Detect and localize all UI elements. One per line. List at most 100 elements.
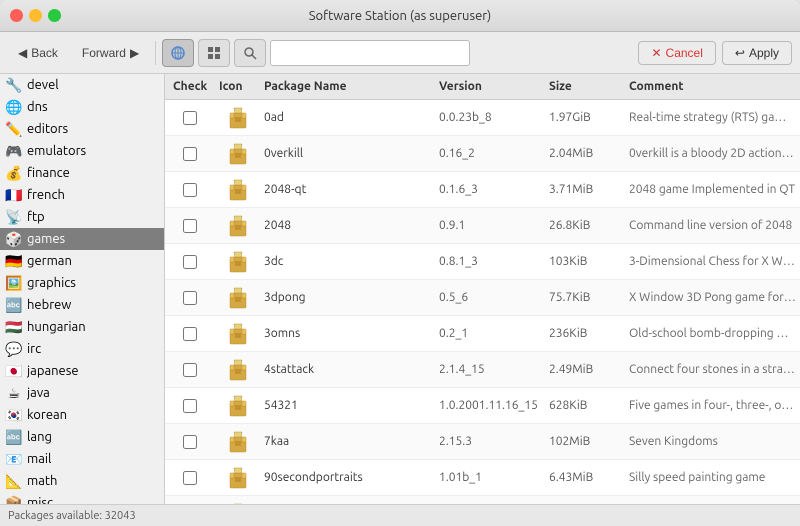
cancel-icon: ✕ <box>651 46 661 60</box>
sidebar-item-emulators[interactable]: 🎮emulators <box>0 140 164 162</box>
sidebar-item-hungarian[interactable]: 🇭🇺hungarian <box>0 316 164 338</box>
ftp-icon: 📡 <box>6 209 22 225</box>
checkbox-input[interactable] <box>183 111 197 125</box>
sidebar-item-java[interactable]: ☕java <box>0 382 164 404</box>
table-row[interactable]: 3omns 0.2_1 236KiB Old-school bomb-dropp… <box>165 316 800 352</box>
list-header: Check Icon Package Name Version Size Com… <box>165 74 800 100</box>
row-icon <box>215 142 260 166</box>
sidebar-item-french[interactable]: 🇫🇷french <box>0 184 164 206</box>
table-row[interactable]: 2048-qt 0.1.6_3 3.71MiB 2048 game Implem… <box>165 172 800 208</box>
cancel-button[interactable]: ✕ Cancel <box>638 41 715 65</box>
table-row[interactable]: 3dpong 0.5_6 75.7KiB X Window 3D Pong ga… <box>165 280 800 316</box>
games-icon: 🎲 <box>6 231 22 247</box>
sidebar-item-editors[interactable]: ✏️editors <box>0 118 164 140</box>
sidebar-item-math[interactable]: 📐math <box>0 470 164 492</box>
row-checkbox[interactable] <box>165 327 215 341</box>
row-icon <box>215 394 260 418</box>
table-row[interactable]: 54321 1.0.2001.11.16_15 628KiB Five game… <box>165 388 800 424</box>
checkbox-input[interactable] <box>183 435 197 449</box>
sidebar-item-games[interactable]: 🎲games <box>0 228 164 250</box>
view-list-button[interactable] <box>162 39 194 67</box>
row-checkbox[interactable] <box>165 111 215 125</box>
search-button[interactable] <box>234 39 266 67</box>
row-icon <box>215 250 260 274</box>
table-row[interactable]: 7kaa 2.15.3 102MiB Seven Kingdoms <box>165 424 800 460</box>
table-row[interactable]: 4stattack 2.1.4_15 2.49MiB Connect four … <box>165 352 800 388</box>
search-input[interactable] <box>270 40 470 66</box>
sidebar-item-japanese[interactable]: 🇯🇵japanese <box>0 360 164 382</box>
package-box-icon <box>226 106 250 130</box>
checkbox-input[interactable] <box>183 255 197 269</box>
forward-button[interactable]: Forward ▶ <box>72 42 149 64</box>
package-box-icon <box>226 142 250 166</box>
globe-icon <box>170 45 186 61</box>
checkbox-input[interactable] <box>183 363 197 377</box>
row-version: 0.2_1 <box>435 327 545 340</box>
row-checkbox[interactable] <box>165 147 215 161</box>
sidebar-item-label: misc <box>27 496 53 504</box>
apply-button[interactable]: ↩ Apply <box>722 41 792 65</box>
row-icon <box>215 106 260 130</box>
row-checkbox[interactable] <box>165 291 215 305</box>
package-box-icon <box>226 214 250 238</box>
row-checkbox[interactable] <box>165 219 215 233</box>
row-package-name: 3dpong <box>260 291 435 304</box>
checkbox-input[interactable] <box>183 291 197 305</box>
forward-arrow-icon: ▶ <box>130 46 139 60</box>
minimize-button[interactable] <box>29 9 42 22</box>
toolbar-right: ✕ Cancel ↩ Apply <box>638 41 792 65</box>
sidebar-item-ftp[interactable]: 📡ftp <box>0 206 164 228</box>
sidebar-item-label: java <box>27 386 50 400</box>
row-version: 1.01b_1 <box>435 471 545 484</box>
row-comment: Real-time strategy (RTS) game of anc <box>625 111 800 124</box>
header-name: Package Name <box>260 80 435 93</box>
table-row[interactable]: 3dc 0.8.1_3 103KiB 3-Dimensional Chess f… <box>165 244 800 280</box>
row-checkbox[interactable] <box>165 471 215 485</box>
row-checkbox[interactable] <box>165 183 215 197</box>
search-icon <box>242 45 258 61</box>
sidebar-item-german[interactable]: 🇩🇪german <box>0 250 164 272</box>
back-button[interactable]: ◀ Back <box>8 42 68 64</box>
checkbox-input[interactable] <box>183 399 197 413</box>
checkbox-input[interactable] <box>183 327 197 341</box>
main-window: Software Station (as superuser) ◀ Back F… <box>0 0 800 526</box>
main-content: 🔧devel🌐dns✏️editors🎮emulators💰finance🇫🇷f… <box>0 74 800 504</box>
row-checkbox[interactable] <box>165 399 215 413</box>
sidebar-item-misc[interactable]: 📦misc <box>0 492 164 504</box>
sidebar-item-mail[interactable]: 📧mail <box>0 448 164 470</box>
sidebar-item-devel[interactable]: 🔧devel <box>0 74 164 96</box>
sidebar-item-irc[interactable]: 💬irc <box>0 338 164 360</box>
table-row[interactable]: 0verkill 0.16_2 2.04MiB 0verkill is a bl… <box>165 136 800 172</box>
checkbox-input[interactable] <box>183 219 197 233</box>
table-row[interactable]: CaribbeanStud 1.0_3 188KiB Caribbean Stu… <box>165 496 800 504</box>
checkbox-input[interactable] <box>183 147 197 161</box>
close-button[interactable] <box>10 9 23 22</box>
sidebar-item-graphics[interactable]: 🖼️graphics <box>0 272 164 294</box>
german-icon: 🇩🇪 <box>6 253 22 269</box>
row-package-name: 3omns <box>260 327 435 340</box>
maximize-button[interactable] <box>48 9 61 22</box>
sidebar-item-dns[interactable]: 🌐dns <box>0 96 164 118</box>
row-checkbox[interactable] <box>165 363 215 377</box>
row-version: 2.15.3 <box>435 435 545 448</box>
header-size: Size <box>545 80 625 93</box>
sidebar-item-hebrew[interactable]: 🔤hebrew <box>0 294 164 316</box>
checkbox-input[interactable] <box>183 183 197 197</box>
sidebar-item-korean[interactable]: 🇰🇷korean <box>0 404 164 426</box>
row-version: 0.5_6 <box>435 291 545 304</box>
view-grid-button[interactable] <box>198 39 230 67</box>
row-checkbox[interactable] <box>165 255 215 269</box>
sidebar-item-lang[interactable]: 🔤lang <box>0 426 164 448</box>
row-icon <box>215 358 260 382</box>
row-icon <box>215 286 260 310</box>
table-row[interactable]: 90secondportraits 1.01b_1 6.43MiB Silly … <box>165 460 800 496</box>
table-row[interactable]: 0ad 0.0.23b_8 1.97GiB Real-time strategy… <box>165 100 800 136</box>
sidebar-item-finance[interactable]: 💰finance <box>0 162 164 184</box>
titlebar: Software Station (as superuser) <box>0 0 800 32</box>
table-row[interactable]: 2048 0.9.1 26.8KiB Command line version … <box>165 208 800 244</box>
sidebar-item-label: mail <box>27 452 51 466</box>
package-box-icon <box>226 286 250 310</box>
row-checkbox[interactable] <box>165 435 215 449</box>
dns-icon: 🌐 <box>6 99 22 115</box>
checkbox-input[interactable] <box>183 471 197 485</box>
